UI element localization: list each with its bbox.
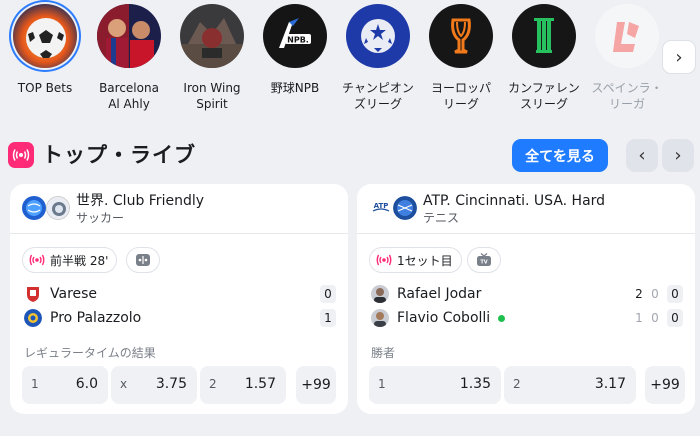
games-score: 0 — [651, 287, 659, 301]
stats-icon[interactable] — [126, 247, 160, 273]
divider — [10, 233, 348, 234]
odds-key: 1 — [378, 377, 386, 391]
odds-button[interactable]: 2 3.17 — [504, 366, 636, 404]
world-globe-icon — [22, 196, 46, 220]
sport-name: テニス — [423, 211, 460, 225]
live-broadcast-icon — [29, 254, 45, 266]
europa-league-icon — [429, 4, 493, 68]
chevron-right-icon[interactable]: › — [662, 139, 694, 172]
odds-value: 6.0 — [75, 376, 98, 392]
team-name: Rafael Jodar — [397, 286, 482, 302]
tv-icon[interactable]: TV — [467, 247, 501, 273]
game-art-icon — [180, 4, 244, 68]
category-label: TOP Bets — [17, 81, 73, 95]
category-champions-league[interactable]: チャンピオン ズリーグ — [336, 4, 420, 112]
see-all-button[interactable]: 全てを見る — [512, 139, 608, 172]
team-row: Pro Palazzolo — [24, 308, 141, 328]
tournament-globe-icon — [393, 196, 417, 220]
league-name: 世界. Club Friendly — [76, 193, 205, 209]
league-name: ATP. Cincinnati. USA. Hard — [423, 193, 606, 209]
odds-key: 2 — [209, 377, 217, 391]
odds-value: 1.57 — [244, 376, 276, 392]
market-name: 勝者 — [371, 346, 396, 360]
team-row: Flavio Cobolli — [371, 308, 506, 328]
more-markets-button[interactable]: +99 — [645, 366, 685, 404]
odds-button[interactable]: 1 1.35 — [369, 366, 501, 404]
team-name: Flavio Cobolli — [397, 310, 491, 326]
chevron-left-icon[interactable]: ‹ — [626, 139, 658, 172]
conference-league-icon — [512, 4, 576, 68]
player-avatar — [371, 309, 389, 327]
points-score: 0 — [667, 285, 683, 303]
live-broadcast-icon — [8, 142, 34, 168]
atp-tour-icon: ATP — [369, 196, 393, 220]
serving-indicator — [498, 314, 506, 322]
odds-button[interactable]: 1 6.0 — [22, 366, 108, 404]
section-title: トップ・ライブ — [42, 143, 196, 167]
category-label: スペインラ・ リーガ — [591, 81, 663, 111]
live-broadcast-icon — [376, 254, 392, 266]
category-conference-league[interactable]: カンファレン スリーグ — [502, 4, 586, 112]
match-status-text: 1セット目 — [397, 253, 453, 268]
odds-button[interactable]: 2 1.57 — [200, 366, 286, 404]
sets-score: 1 — [635, 311, 643, 325]
category-la-liga[interactable]: スペインラ・ リーガ — [585, 4, 669, 112]
champions-league-icon — [346, 4, 410, 68]
team-score: 0 — [320, 285, 336, 303]
odds-key: 2 — [513, 377, 521, 391]
sets-score: 2 — [635, 287, 643, 301]
category-europa-league[interactable]: ヨーロッパ リーグ — [419, 4, 503, 112]
svg-text:TV: TV — [480, 260, 487, 266]
category-label: Iron Wing Spirit — [183, 81, 241, 111]
match-photo-icon — [97, 4, 161, 68]
team-score: 1 — [320, 309, 336, 327]
team-crest-icon — [24, 285, 42, 303]
category-npb[interactable]: NPB. 野球NPB — [253, 4, 337, 96]
team-crest-icon — [24, 309, 42, 327]
market-name: レギュラータイムの結果 — [24, 346, 156, 360]
match-card[interactable]: ATP ATP. Cincinnati. USA. Hard テニス 1セット目… — [357, 184, 695, 414]
odds-button[interactable]: x 3.75 — [111, 366, 197, 404]
team-name: Varese — [50, 286, 98, 302]
category-carousel: TOP Bets Barcelona Al Ahly Iron Wing Spi… — [0, 0, 700, 112]
team-row: Rafael Jodar — [371, 284, 481, 304]
npb-logo-icon: NPB. — [263, 4, 327, 68]
more-markets-button[interactable]: +99 — [296, 366, 336, 404]
divider — [357, 233, 695, 234]
odds-value: 3.17 — [594, 376, 626, 392]
match-status-badge: 1セット目 — [369, 247, 462, 273]
category-label: ヨーロッパ リーグ — [430, 81, 491, 111]
la-liga-icon — [595, 4, 659, 68]
category-label: Barcelona Al Ahly — [99, 81, 159, 111]
category-iron-wing-spirit[interactable]: Iron Wing Spirit — [170, 4, 254, 112]
sport-name: サッカー — [76, 211, 125, 225]
soccer-ball-fire-icon — [13, 4, 77, 68]
player-avatar — [371, 285, 389, 303]
points-score: 0 — [667, 309, 683, 327]
odds-key: 1 — [31, 377, 39, 391]
category-label: カンファレン スリーグ — [508, 81, 580, 111]
team-name: Pro Palazzolo — [50, 310, 142, 326]
games-score: 0 — [651, 311, 659, 325]
match-status-text: 前半戦 28' — [50, 253, 109, 268]
category-label: チャンピオン ズリーグ — [342, 81, 414, 111]
odds-value: 3.75 — [155, 376, 187, 392]
svg-text:NPB.: NPB. — [287, 36, 309, 45]
category-barcelona-al-ahly[interactable]: Barcelona Al Ahly — [87, 4, 171, 112]
category-label: 野球NPB — [270, 81, 320, 95]
match-card[interactable]: 世界. Club Friendly サッカー 前半戦 28' Varese Pr… — [10, 184, 348, 414]
team-row: Varese — [24, 284, 97, 304]
odds-key: x — [120, 377, 128, 391]
odds-value: 1.35 — [459, 376, 491, 392]
club-friendly-icon — [46, 196, 70, 220]
chevron-right-icon[interactable]: › — [662, 40, 696, 74]
match-status-badge: 前半戦 28' — [22, 247, 118, 273]
category-top-bets[interactable]: TOP Bets — [3, 4, 87, 96]
